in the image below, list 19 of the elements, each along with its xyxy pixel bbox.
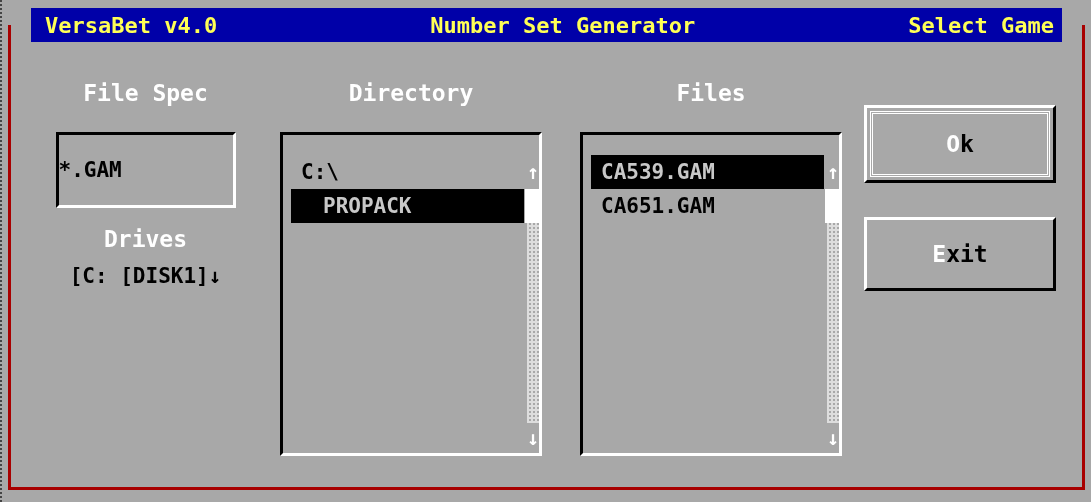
list-item[interactable]: CA539.GAM [591, 155, 824, 189]
field-label: Drives [103, 226, 188, 254]
list-item[interactable]: C:\ [291, 155, 524, 189]
column-label: Files [676, 80, 746, 108]
list-box[interactable]: CA539.GAM CA651.GAM ↑ ↓ [580, 132, 842, 456]
scroll-thumb[interactable] [525, 189, 541, 223]
app-title: VersaBet v4.0 [45, 12, 218, 38]
window-title: Number Set Generator [430, 12, 696, 38]
list-item[interactable]: CA651.GAM [591, 189, 824, 223]
field-label: File Spec [83, 80, 208, 108]
drive-dropdown[interactable]: [C: [DISK1]↓ [69, 264, 222, 288]
list-item[interactable]: PROPACK [291, 189, 524, 223]
dialog-button[interactable]: Ok [864, 105, 1056, 183]
input-field[interactable]: *.GAM [55, 132, 236, 208]
dialog-button[interactable]: Exit [864, 217, 1056, 291]
scroll-thumb[interactable] [825, 189, 841, 223]
window-subtitle: Select Game [908, 12, 1054, 38]
list-box[interactable]: C:\ PROPACK ↑ ↓ [280, 132, 542, 456]
column-label: Directory [348, 80, 474, 108]
